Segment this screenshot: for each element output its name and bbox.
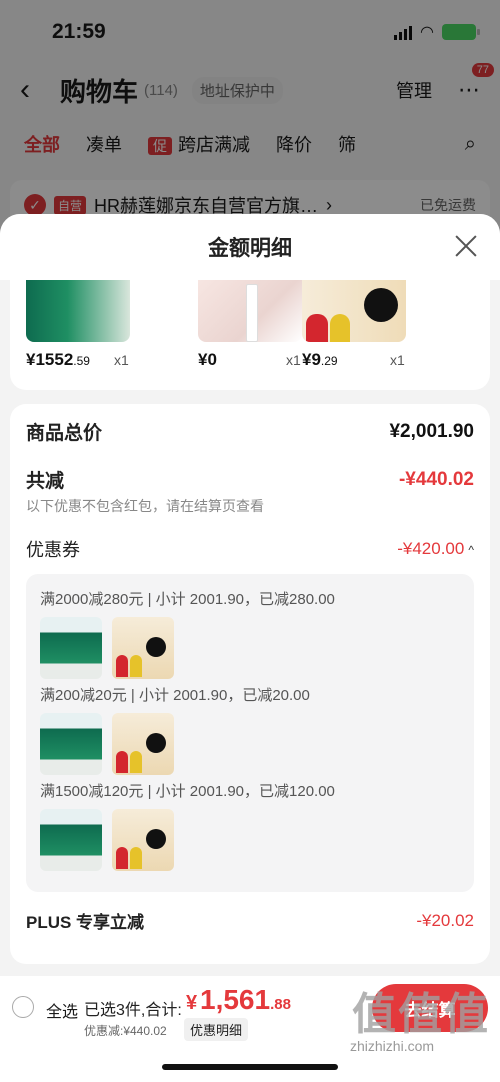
plus-discount-label: PLUS 专享立减 [26,913,145,932]
reduction-note: 以下优惠不包含红包，请在结算页查看 [26,498,264,514]
coupon-item: 满1500减120元 | 小计 2001.90，已减120.00 [40,780,464,871]
plus-discount-row: PLUS 专享立减 -¥20.02 [26,908,474,933]
coupon-text: 满1500减120元 | 小计 2001.90，已减120.00 [40,783,335,800]
product-thumbnail [40,713,102,775]
product-item[interactable]: ¥1552.59 x1 [26,280,198,380]
coupon-text: 满2000减280元 | 小计 2001.90，已减280.00 [40,591,335,608]
coupon-item: 满200减20元 | 小计 2001.90，已减20.00 [40,684,464,775]
sheet-title: 金额明细 [208,237,292,260]
reduction-row: 共减 -¥440.02 [26,466,474,493]
coupon-list: 满2000减280元 | 小计 2001.90，已减280.00 满200减20… [26,574,474,892]
close-icon[interactable] [452,232,480,260]
product-image [302,280,406,342]
subtotal-value: ¥2,001.90 [389,420,474,442]
product-thumbnail [112,617,174,679]
product-thumbnail [112,809,174,871]
home-indicator [162,1064,338,1070]
products-card: ¥1552.59 x1 ¥0 x1 ¥9.29 x1 [10,280,490,390]
subtotal-label: 商品总价 [26,423,103,444]
total-amount: 1,561.88 [200,984,291,1016]
coupon-products [40,617,464,679]
coupon-row[interactable]: 优惠券 -¥420.00 ^ [26,536,474,562]
product-qty: x1 [286,352,301,368]
price-int: ¥0 [198,350,217,369]
coupon-value-wrap[interactable]: -¥420.00 ^ [397,539,474,559]
selected-info: 已选3件,合计: [84,1002,182,1019]
plus-discount-value: -¥20.02 [416,910,474,930]
product-image [26,280,130,342]
product-price: ¥9.29 [302,350,338,370]
product-qty: x1 [114,352,129,368]
product-thumbnail [40,617,102,679]
total-dec: .88 [270,996,291,1013]
product-item[interactable]: ¥0 x1 [198,280,302,380]
product-list: ¥1552.59 x1 ¥0 x1 ¥9.29 x1 [26,280,474,380]
price-int: ¥9 [302,350,321,369]
coupon-label: 优惠券 [26,540,80,560]
coupon-products [40,713,464,775]
price-dec: .29 [320,354,338,368]
chevron-up-icon[interactable]: ^ [468,543,474,557]
amount-detail-card: 商品总价 ¥2,001.90 共减 -¥440.02 以下优惠不包含红包，请在结… [10,404,490,964]
product-qty: x1 [390,352,405,368]
select-all-label[interactable]: 全选 [46,998,78,1022]
amount-detail-sheet: 金额明细 ¥1552.59 x1 ¥0 x1 ¥9.29 x1 商品总价 ¥2,… [0,214,500,1082]
discount-detail-button[interactable]: 优惠明细 [184,1018,249,1041]
product-price: ¥0 [198,350,217,370]
price-dec: .59 [73,354,90,368]
product-thumbnail [40,809,102,871]
watermark-logo: 值值值 [352,990,490,1039]
select-all-radio[interactable] [12,996,34,1018]
product-image [198,280,302,342]
price-int: ¥1552 [26,350,74,369]
watermark-url: zhizhizhi.com [350,1038,435,1054]
coupon-item: 满2000减280元 | 小计 2001.90，已减280.00 [40,588,464,679]
checkout-bar: 全选 已选3件,合计: ¥ 1,561.88 优惠减:¥440.02 优惠明细 … [0,976,500,1082]
discount-note: 优惠减:¥440.02 [84,1024,167,1038]
sheet-header: 金额明细 [0,214,500,280]
coupon-products [40,809,464,871]
reduction-value: -¥440.02 [398,468,474,490]
subtotal-row: 商品总价 ¥2,001.90 [26,418,474,445]
coupon-text: 满200减20元 | 小计 2001.90，已减20.00 [40,687,310,704]
total-int: 1,561 [200,984,271,1015]
product-thumbnail [112,713,174,775]
product-item[interactable]: ¥9.29 x1 [302,280,474,380]
reduction-label: 共减 [26,471,65,492]
total-currency: ¥ [186,992,198,1014]
product-price: ¥1552.59 [26,350,90,370]
coupon-value: -¥420.00 [397,539,465,558]
